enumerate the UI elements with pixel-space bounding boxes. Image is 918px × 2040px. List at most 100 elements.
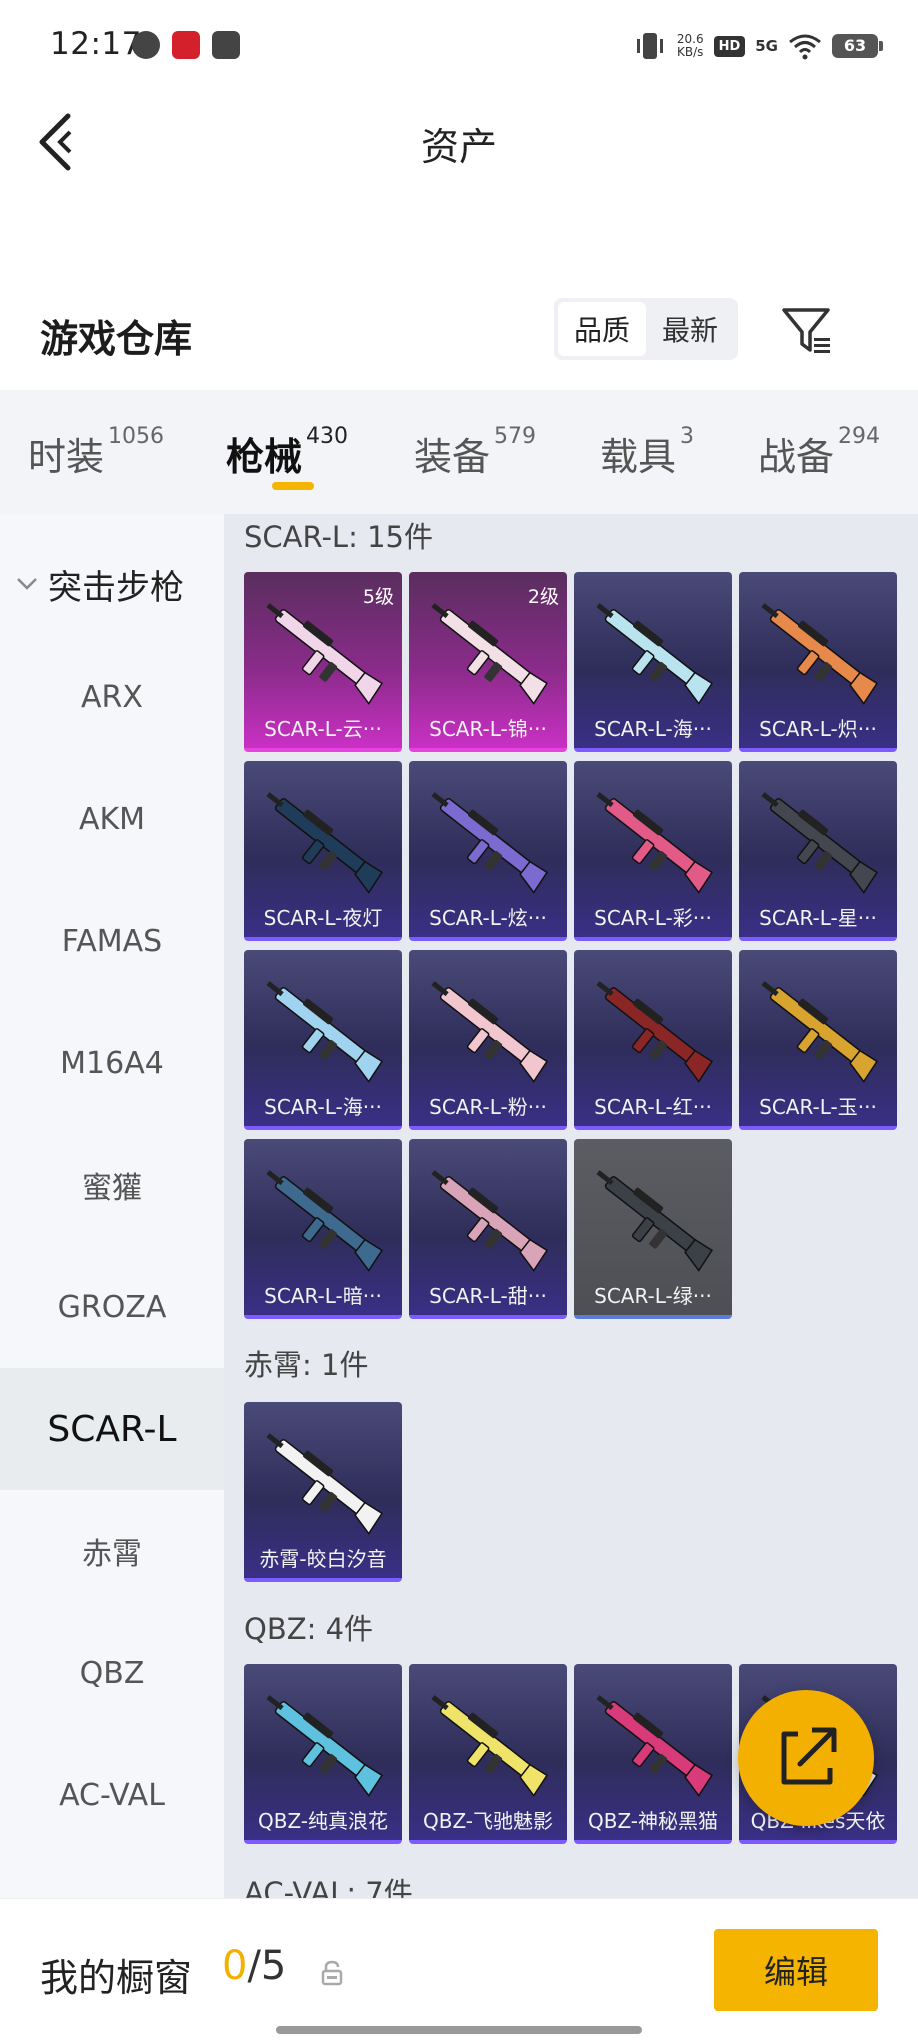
skin-card[interactable]: QBZ-神秘黑猫 [574,1664,732,1844]
tab-vehicles[interactable]: 载具 3 [600,424,694,486]
app-notification-icon [172,31,200,59]
level-badge: 2级 [527,586,559,608]
skin-card[interactable]: SCAR-L-玉··· [739,950,897,1130]
sidebar-item-honey-badger[interactable]: 蜜獾 [0,1124,224,1246]
level-badge: 5级 [362,586,394,608]
showcase-bar: 我的橱窗 0/5 编辑 [0,1898,918,2040]
skin-card[interactable]: 赤霄-皎白汐音 [244,1402,402,1582]
skin-card[interactable]: SCAR-L-绿··· [574,1139,732,1319]
sidebar-item-groza[interactable]: GROZA [0,1246,224,1368]
skin-name: SCAR-L-星··· [759,906,877,930]
skin-card[interactable]: 5级 SCAR-L-云··· [244,572,402,752]
skin-card[interactable]: SCAR-L-红··· [574,950,732,1130]
skin-name: SCAR-L-绿··· [594,1284,712,1308]
skin-name: 赤霄-皎白汐音 [259,1547,387,1571]
skin-card[interactable]: SCAR-L-海··· [574,572,732,752]
vibrate-icon [636,33,663,59]
sidebar-group-assault-rifles[interactable]: 突击步枪 [16,554,184,614]
status-indicators: 20.6 KB/s HD 5G 63 [633,28,883,64]
skin-name: SCAR-L-云··· [264,717,382,741]
skin-card[interactable]: SCAR-L-粉··· [409,950,567,1130]
section-title-qbz: QBZ: 4件 [244,1612,374,1646]
page-header: 资产 [0,92,918,192]
showcase-count: 0/5 [222,1943,286,1989]
skin-name: SCAR-L-红··· [594,1095,712,1119]
tab-count: 294 [838,424,881,449]
rifle-icon [596,1170,713,1272]
network-type: 5G [755,37,778,55]
sidebar-item-qbz[interactable]: QBZ [0,1612,224,1734]
tab-supplies[interactable]: 战备 294 [758,424,881,486]
skin-name: SCAR-L-彩··· [594,906,712,930]
section-title-ac-val: AC-VAL: 7件 [244,1876,413,1898]
skin-card[interactable]: QBZ-飞驰魅影 [409,1664,567,1844]
sidebar-item-arx[interactable]: ARX [0,636,224,758]
tab-label: 战备 [758,435,835,479]
tab-firearms[interactable]: 枪械 430 [226,424,349,486]
skin-name: QBZ-飞驰魅影 [422,1809,554,1833]
sidebar-item-m16a4[interactable]: M16A4 [0,1002,224,1124]
sidebar-item-famas[interactable]: FAMAS [0,880,224,1002]
status-bar: 12:17 20.6 KB/s HD 5G 63 [0,0,918,92]
rifle-icon [266,1695,383,1797]
app-notification-icon [132,31,160,59]
sort-newest-option[interactable]: 最新 [646,302,734,356]
tab-equipment[interactable]: 装备 579 [414,424,537,486]
sidebar-item-akm[interactable]: AKM [0,758,224,880]
skin-name: QBZ-纯真浪花 [257,1809,389,1833]
rifle-icon [266,792,383,894]
skin-card[interactable]: SCAR-L-炽··· [739,572,897,752]
sidebar-item-ac-val[interactable]: AC-VAL [0,1734,224,1856]
tab-fashion[interactable]: 时装 1056 [28,424,164,486]
skin-card[interactable]: QBZ-纯真浪花 [244,1664,402,1844]
rifle-icon [431,1695,548,1797]
edit-button[interactable]: 编辑 [714,1929,878,2011]
skin-name: SCAR-L-海··· [264,1095,382,1119]
chevron-down-icon [17,578,37,590]
page-title: 资产 [420,125,497,169]
rifle-icon [266,981,383,1083]
skin-card[interactable]: SCAR-L-海··· [244,950,402,1130]
category-tabs: 时装 1056 枪械 430 装备 579 载具 3 战备 294 [0,390,918,514]
skin-card[interactable]: SCAR-L-暗··· [244,1139,402,1319]
sort-toggle: 品质 最新 [554,298,738,360]
skin-card[interactable]: 2级 SCAR-L-锦··· [409,572,567,752]
lock-icon [321,1960,343,1986]
rifle-icon [596,792,713,894]
skin-card[interactable]: SCAR-L-甜··· [409,1139,567,1319]
skin-name: SCAR-L-粉··· [429,1095,547,1119]
filter-icon[interactable] [780,302,836,358]
skin-card[interactable]: SCAR-L-星··· [739,761,897,941]
sidebar-item-chixiao[interactable]: 赤霄 [0,1490,224,1612]
skin-card[interactable]: SCAR-L-彩··· [574,761,732,941]
skin-name: SCAR-L-锦··· [429,717,547,741]
skin-name: SCAR-L-夜灯 [263,906,383,930]
skin-card[interactable]: SCAR-L-夜灯 [244,761,402,941]
rifle-icon [266,1433,383,1535]
rifle-icon [596,603,713,705]
rifle-icon [761,981,878,1083]
skin-name: SCAR-L-暗··· [264,1284,382,1308]
screen: 12:17 20.6 KB/s HD 5G 63 资产 游戏仓库 品质 最新 时… [0,0,918,2040]
showcase-label: 我的橱窗 [40,1956,193,2000]
sidebar-item-scar-l[interactable]: SCAR-L [0,1368,224,1490]
rifle-icon [431,792,548,894]
tab-count: 430 [306,424,349,449]
share-button[interactable] [738,1690,874,1826]
sort-quality-option[interactable]: 品质 [558,302,646,356]
skin-card[interactable]: SCAR-L-炫··· [409,761,567,941]
section-title-chixiao: 赤霄: 1件 [244,1348,369,1382]
tab-label: 载具 [600,435,677,479]
skin-name: SCAR-L-炫··· [429,906,547,930]
rifle-icon [431,1170,548,1272]
rifle-icon [761,603,878,705]
battery-icon: 63 [832,34,883,58]
app-notification-icon [212,31,240,59]
sidebar-group-label: 突击步枪 [48,567,184,608]
rifle-icon [596,1695,713,1797]
weapon-type-sidebar: 突击步枪 ARX AKM FAMAS M16A4 蜜獾 GROZA SCAR-L… [0,514,224,1898]
warehouse-row: 游戏仓库 品质 最新 [0,280,918,390]
tab-count: 579 [494,424,537,449]
rifle-icon [596,981,713,1083]
active-tab-indicator [272,482,314,490]
